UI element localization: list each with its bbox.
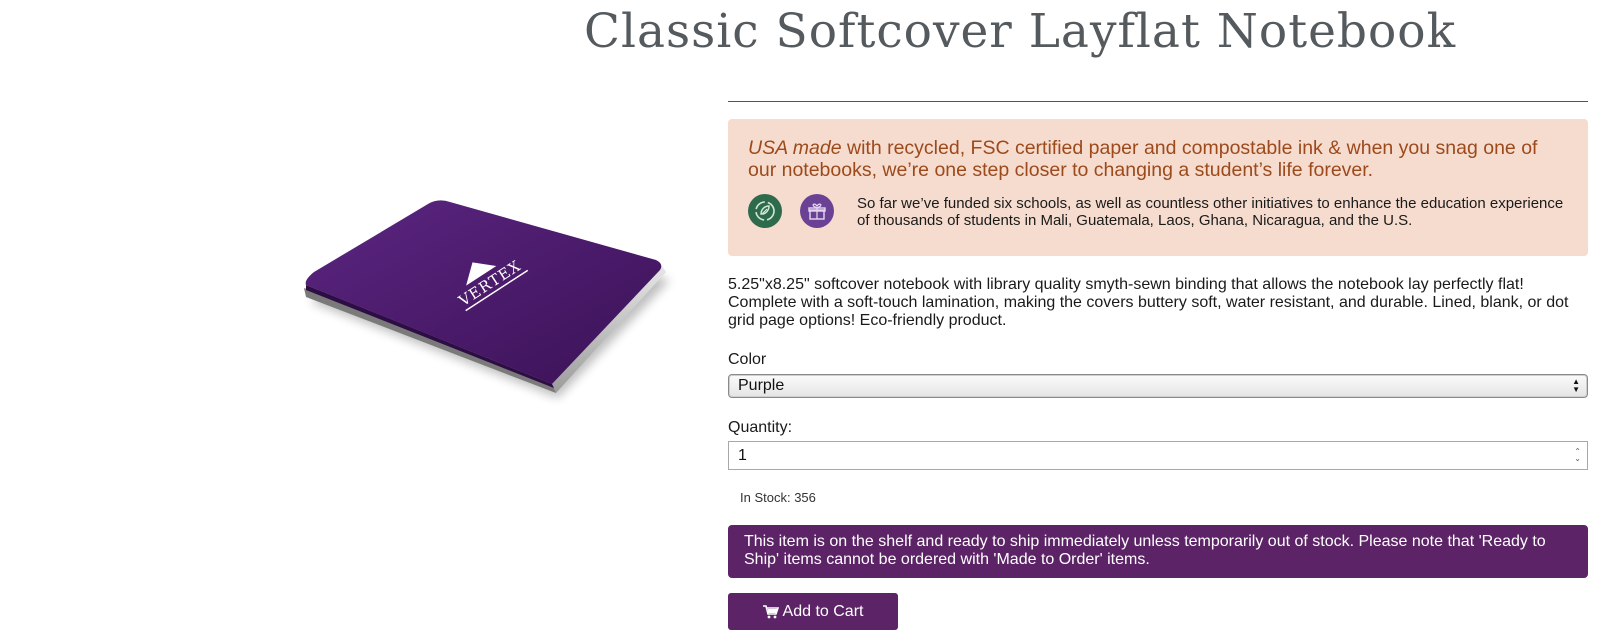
product-image: VERTEX: [300, 190, 690, 420]
shopping-cart-icon: [762, 604, 779, 619]
impact-details: So far we’ve funded six schools, as well…: [748, 194, 1568, 229]
select-arrows-icon: ▲ ▼: [1572, 377, 1580, 394]
page-title: Classic Softcover Layflat Notebook: [584, 4, 1457, 59]
color-label: Color: [728, 351, 767, 368]
gift-heart-icon: [800, 194, 834, 228]
impact-body-text: So far we’ve funded six schools, as well…: [857, 195, 1564, 229]
quantity-value: 1: [738, 447, 747, 464]
ready-to-ship-notice: This item is on the shelf and ready to s…: [728, 525, 1588, 578]
product-description: 5.25"x8.25" softcover notebook with libr…: [728, 276, 1569, 329]
quantity-input[interactable]: 1 ⌃ ⌄: [728, 441, 1588, 470]
product-page: Classic Softcover Layflat Notebook VERTE…: [0, 0, 1606, 643]
color-select[interactable]: Purple ▲ ▼: [728, 374, 1588, 398]
impact-headline: USA made with recycled, FSC certified pa…: [748, 137, 1568, 181]
add-to-cart-button[interactable]: Add to Cart: [728, 593, 898, 630]
color-selected-value: Purple: [738, 377, 785, 394]
usa-made-emphasis: USA made: [748, 137, 842, 159]
quantity-label: Quantity:: [728, 419, 793, 436]
stock-status: In Stock: 356: [740, 490, 816, 505]
impact-headline-text: with recycled, FSC certified paper and c…: [748, 137, 1538, 181]
recycle-leaf-icon: [748, 194, 782, 228]
add-to-cart-label: Add to Cart: [782, 602, 864, 620]
impact-banner: USA made with recycled, FSC certified pa…: [728, 119, 1588, 256]
title-divider: [728, 101, 1588, 102]
quantity-stepper[interactable]: ⌃ ⌄: [1574, 448, 1581, 463]
